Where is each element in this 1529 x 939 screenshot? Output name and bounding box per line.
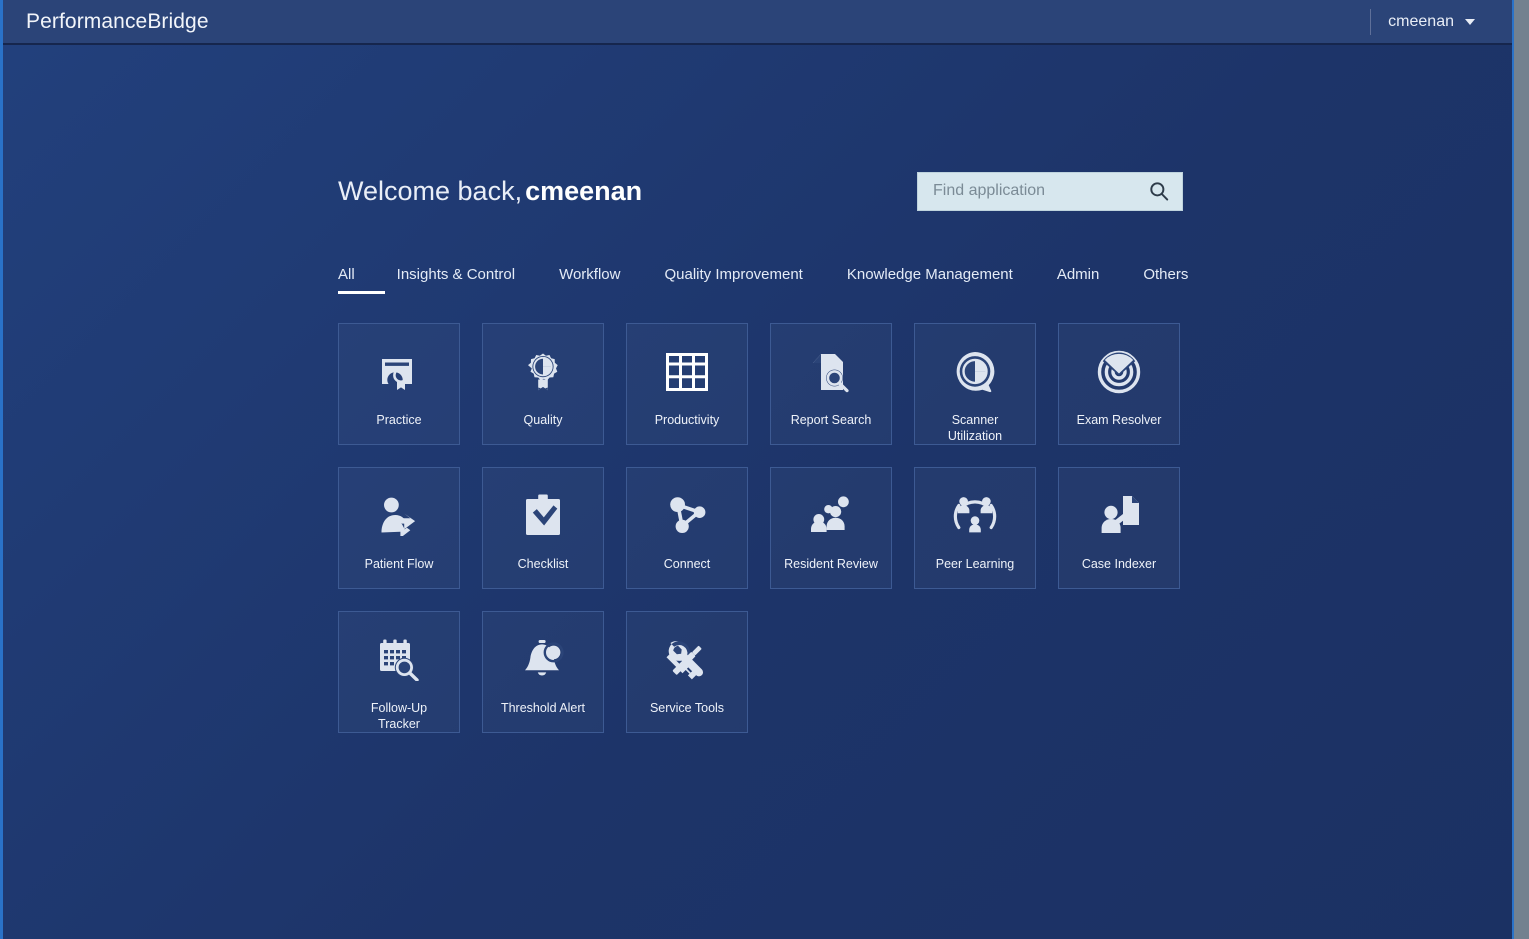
people-circle-icon (953, 492, 997, 540)
top-header-bar: PerformanceBridge cmeenan (3, 0, 1512, 45)
tab-workflow[interactable]: Workflow (537, 266, 642, 294)
app-tile-label: Report Search (790, 413, 872, 427)
pie-chart-medal-icon (521, 348, 565, 396)
search-input[interactable] (918, 172, 1182, 210)
content-container: Welcome back,cmeenan All Insights & Cont… (338, 170, 1188, 733)
application-tiles-grid: Practice Quality Productivity Report Sea… (338, 323, 1204, 733)
bullseye-target-icon (1097, 348, 1141, 396)
app-tile-report-search[interactable]: Report Search (770, 323, 892, 445)
certificate-award-icon (377, 348, 421, 396)
app-tile-case-indexer[interactable]: Case Indexer (1058, 467, 1180, 589)
user-menu-label: cmeenan (1388, 12, 1454, 30)
tab-knowledge-management[interactable]: Knowledge Management (825, 266, 1035, 294)
app-tile-label: Scanner Utilization (947, 413, 1003, 443)
app-tile-resident-review[interactable]: Resident Review (770, 467, 892, 589)
page-body: Welcome back,cmeenan All Insights & Cont… (3, 45, 1512, 939)
app-tile-scanner-utilization[interactable]: Scanner Utilization (914, 323, 1036, 445)
vertical-scrollbar[interactable] (1514, 0, 1529, 939)
person-arrow-icon (377, 492, 421, 540)
tab-admin[interactable]: Admin (1035, 266, 1122, 294)
pie-gauge-ring-icon (953, 348, 997, 396)
app-brand-title: PerformanceBridge (26, 9, 209, 33)
app-tile-label: Connect (663, 557, 711, 571)
people-chat-icon (809, 492, 853, 540)
search-icon[interactable] (1146, 178, 1172, 204)
app-tile-follow-up-tracker[interactable]: Follow-Up Tracker (338, 611, 460, 733)
app-tile-peer-learning[interactable]: Peer Learning (914, 467, 1036, 589)
category-tab-bar: All Insights & Control Workflow Quality … (338, 258, 1188, 294)
user-menu[interactable]: cmeenan (1370, 8, 1475, 35)
app-tile-label: Exam Resolver (1076, 413, 1162, 427)
app-tile-label: Patient Flow (364, 557, 434, 571)
app-tile-label: Productivity (654, 413, 720, 427)
person-document-icon (1097, 492, 1141, 540)
wrench-screwdriver-icon (665, 636, 709, 684)
app-tile-label: Practice (376, 413, 422, 427)
app-tile-service-tools[interactable]: Service Tools (626, 611, 748, 733)
grid-table-icon (666, 348, 708, 396)
tab-all[interactable]: All (338, 266, 385, 294)
welcome-username: cmeenan (525, 175, 643, 206)
search-box[interactable] (917, 171, 1183, 211)
app-tile-label: Threshold Alert (500, 701, 586, 715)
app-tile-quality[interactable]: Quality (482, 323, 604, 445)
app-tile-threshold-alert[interactable]: Threshold Alert (482, 611, 604, 733)
tab-insights-control[interactable]: Insights & Control (375, 266, 537, 294)
page-title: Welcome back, cmeenan (338, 176, 642, 207)
bell-alert-icon (521, 636, 565, 684)
app-tile-connect[interactable]: Connect (626, 467, 748, 589)
app-tile-label: Resident Review (784, 557, 878, 571)
tab-quality-improvement[interactable]: Quality Improvement (642, 266, 824, 294)
chevron-down-icon (1465, 18, 1475, 25)
app-tile-label: Case Indexer (1081, 557, 1157, 571)
app-tile-label: Checklist (517, 557, 569, 571)
app-tile-label: Quality (523, 413, 563, 427)
network-nodes-icon (665, 492, 709, 540)
welcome-greeting: Welcome back, (338, 175, 523, 206)
clipboard-check-icon (524, 492, 562, 540)
app-tile-practice[interactable]: Practice (338, 323, 460, 445)
app-tile-label: Peer Learning (935, 557, 1015, 571)
app-tile-label: Follow-Up Tracker (370, 701, 428, 731)
welcome-row: Welcome back, cmeenan (338, 170, 1183, 212)
app-tile-exam-resolver[interactable]: Exam Resolver (1058, 323, 1180, 445)
application-window: PerformanceBridge cmeenan Welcome back, c… (0, 0, 1514, 939)
document-search-icon (809, 348, 853, 396)
app-tile-checklist[interactable]: Checklist (482, 467, 604, 589)
app-tile-label: Service Tools (649, 701, 725, 715)
tab-others[interactable]: Others (1121, 266, 1210, 294)
app-tile-patient-flow[interactable]: Patient Flow (338, 467, 460, 589)
app-tile-productivity[interactable]: Productivity (626, 323, 748, 445)
calendar-search-icon (377, 636, 421, 684)
